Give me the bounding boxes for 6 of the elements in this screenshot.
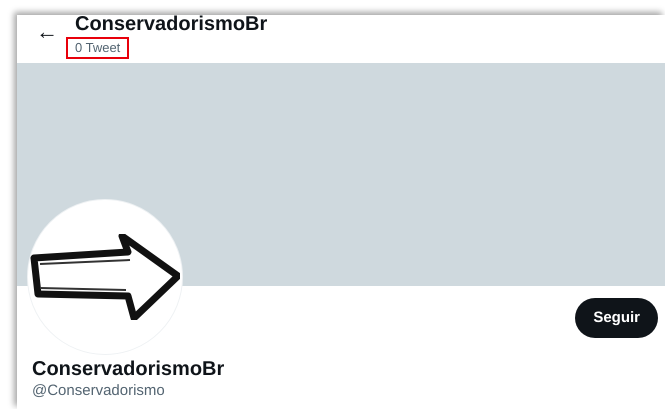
follow-button[interactable]: Seguir (575, 298, 658, 338)
arrow-icon (30, 234, 180, 320)
tweet-count: 0 Tweet (66, 37, 130, 59)
profile-title: ConservadorismoBr (75, 13, 268, 35)
profile-handle: @Conservadorismo (32, 381, 166, 401)
profile-name: ConservadorismoBr (32, 357, 226, 381)
